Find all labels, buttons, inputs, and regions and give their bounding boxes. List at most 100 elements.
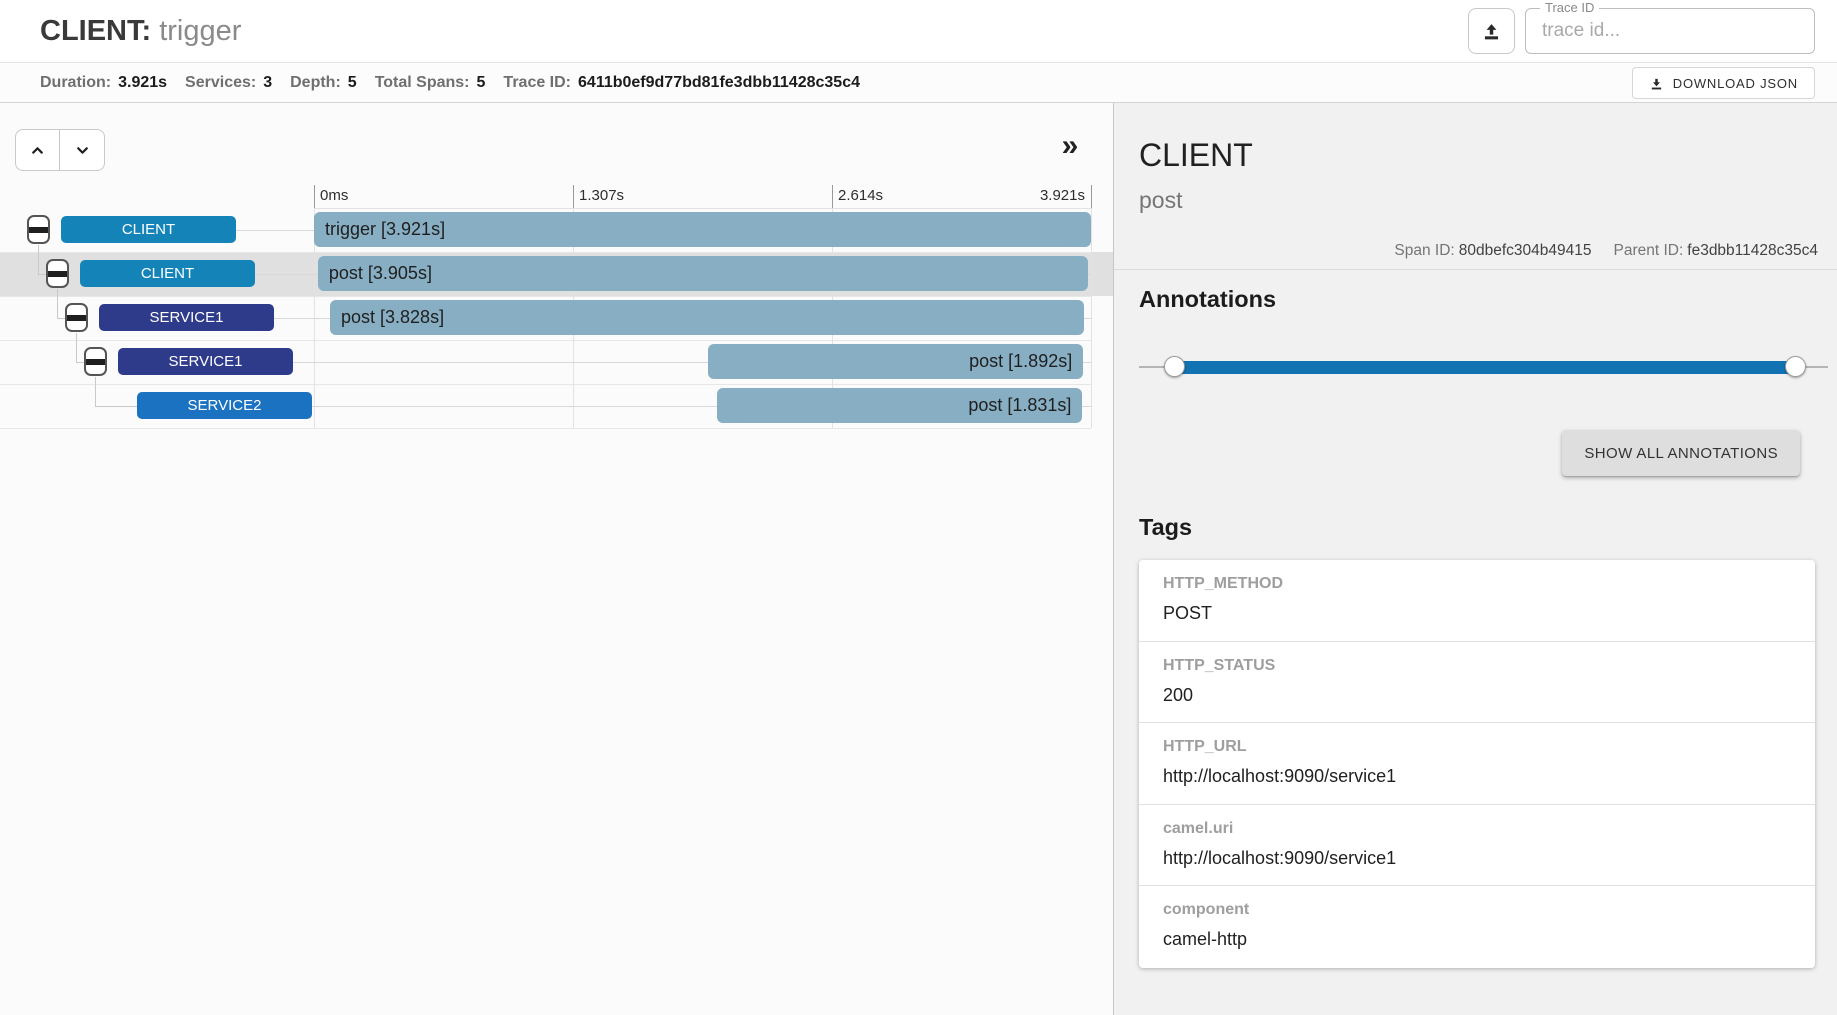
show-all-annotations-button[interactable]: SHOW ALL ANNOTATIONS bbox=[1562, 430, 1800, 476]
upload-icon bbox=[1481, 21, 1502, 42]
tag-key: camel.uri bbox=[1163, 820, 1791, 838]
collapse-row-button[interactable] bbox=[84, 347, 107, 376]
span-bar[interactable]: trigger [3.921s] bbox=[314, 212, 1091, 247]
stat-label: Services: bbox=[185, 74, 256, 91]
collapse-row-button[interactable] bbox=[46, 259, 69, 288]
stat-label: Trace ID: bbox=[503, 74, 571, 91]
collapse-row-button[interactable] bbox=[65, 303, 88, 332]
span-bar[interactable]: post [1.831s] bbox=[717, 388, 1082, 423]
tags-title: Tags bbox=[1139, 514, 1192, 541]
slider-selected-range bbox=[1174, 361, 1795, 374]
title-span-name: trigger bbox=[159, 15, 241, 47]
title-separator: : bbox=[142, 15, 160, 47]
download-json-label: DOWNLOAD JSON bbox=[1673, 76, 1798, 91]
trace-stat: Services: 3 bbox=[185, 74, 272, 92]
span-id-label: Span ID: bbox=[1394, 242, 1454, 259]
grid-line-vertical bbox=[1091, 208, 1092, 428]
main-content: » 0ms 1.307s 2.614s 3.921s CLIENT trigger [3.… bbox=[0, 103, 1837, 1015]
tag-row: HTTP_STATUS 200 bbox=[1139, 642, 1815, 724]
trace-stat: Trace ID: 6411b0ef9d77bd81fe3dbb11428c35c… bbox=[503, 74, 860, 92]
previous-span-button[interactable] bbox=[15, 129, 60, 171]
detail-service-name: CLIENT bbox=[1139, 137, 1253, 174]
detail-span-name: post bbox=[1139, 187, 1182, 214]
stat-label: Duration: bbox=[40, 74, 111, 91]
ruler-tick-mark bbox=[573, 185, 574, 208]
row-border bbox=[0, 252, 1091, 253]
ruler-tick-mark bbox=[1091, 185, 1092, 208]
span-bar[interactable]: post [3.828s] bbox=[330, 300, 1084, 335]
ruler-tick-mark bbox=[832, 185, 833, 208]
row-border bbox=[0, 296, 1091, 297]
next-span-button[interactable] bbox=[60, 129, 105, 171]
ruler-tick-label: 2.614s bbox=[838, 187, 883, 204]
chevron-double-right-icon: » bbox=[1062, 129, 1079, 162]
tag-key: HTTP_METHOD bbox=[1163, 575, 1791, 593]
span-bar[interactable]: post [1.892s] bbox=[708, 344, 1083, 379]
ruler-tick-label: 0ms bbox=[320, 187, 348, 204]
row-border bbox=[0, 384, 1091, 385]
upload-trace-button[interactable] bbox=[1468, 8, 1515, 54]
service-badge[interactable]: SERVICE1 bbox=[118, 348, 293, 375]
download-json-button[interactable]: DOWNLOAD JSON bbox=[1632, 67, 1815, 99]
tags-card: HTTP_METHODPOSTHTTP_STATUS200HTTP_URLhtt… bbox=[1139, 560, 1815, 968]
slider-handle-left[interactable] bbox=[1164, 356, 1185, 377]
tree-connector-vertical bbox=[38, 245, 39, 274]
parent-id-label: Parent ID: bbox=[1613, 242, 1683, 259]
trace-timeline-panel: » 0ms 1.307s 2.614s 3.921s CLIENT trigger [3.… bbox=[0, 103, 1113, 1015]
row-border bbox=[0, 340, 1091, 341]
detail-divider bbox=[1114, 269, 1837, 270]
stat-label: Depth: bbox=[290, 74, 341, 91]
chevron-down-icon bbox=[74, 142, 91, 159]
tree-connector-horizontal bbox=[95, 406, 137, 407]
ruler-tick-label: 1.307s bbox=[579, 187, 624, 204]
tag-value: POST bbox=[1163, 603, 1791, 624]
collapse-icon bbox=[67, 315, 86, 321]
tag-value: http://localhost:9090/service1 bbox=[1163, 848, 1791, 869]
stat-value: 5 bbox=[477, 74, 486, 91]
expand-timeline-button[interactable]: » bbox=[1047, 127, 1093, 165]
tree-connector-horizontal bbox=[76, 362, 84, 363]
collapse-icon bbox=[86, 359, 105, 365]
slider-handle-right[interactable] bbox=[1785, 356, 1806, 377]
trace-stats-bar: Duration:3.921sServices:3Depth:5Total Sp… bbox=[0, 63, 1837, 103]
tag-row: HTTP_URLhttp://localhost:9090/service1 bbox=[1139, 723, 1815, 805]
service-badge[interactable]: CLIENT bbox=[80, 260, 255, 287]
tag-key: component bbox=[1163, 901, 1791, 919]
trace-id-input[interactable] bbox=[1540, 19, 1800, 43]
stat-value: 3 bbox=[263, 74, 272, 91]
tree-connector-vertical bbox=[57, 289, 58, 318]
service-badge[interactable]: SERVICE2 bbox=[137, 392, 312, 419]
trace-stat: Total Spans: 5 bbox=[375, 74, 486, 92]
ruler-tick-label: 3.921s bbox=[1040, 187, 1085, 204]
collapse-icon bbox=[48, 271, 67, 277]
stat-label: Total Spans: bbox=[375, 74, 470, 91]
trace-stat: Duration:3.921s bbox=[40, 74, 167, 92]
app-header: CLIENT: trigger Trace ID bbox=[0, 0, 1837, 63]
service-badge[interactable]: CLIENT bbox=[61, 216, 236, 243]
chevron-up-icon bbox=[29, 142, 46, 159]
stat-value: 5 bbox=[348, 74, 357, 91]
collapse-row-button[interactable] bbox=[27, 215, 50, 244]
tag-value: 200 bbox=[1163, 685, 1791, 706]
trace-id-field: Trace ID bbox=[1525, 8, 1815, 54]
tag-key: HTTP_STATUS bbox=[1163, 657, 1791, 675]
tag-value: camel-http bbox=[1163, 929, 1791, 950]
tree-connector-vertical bbox=[76, 333, 77, 362]
title-service: CLIENT bbox=[40, 15, 142, 47]
tag-row: camel.uri http://localhost:9090/service1 bbox=[1139, 805, 1815, 887]
tree-connector-vertical bbox=[95, 377, 96, 406]
span-detail-panel: CLIENT post Span ID:80dbefc304b49415Pare… bbox=[1113, 103, 1837, 1015]
tree-connector-horizontal bbox=[38, 274, 46, 275]
annotations-title: Annotations bbox=[1139, 286, 1276, 313]
header-controls: Trace ID bbox=[1468, 8, 1815, 54]
download-icon bbox=[1649, 76, 1673, 91]
annotations-range-slider[interactable] bbox=[1139, 356, 1828, 378]
tag-row: HTTP_METHOD POST bbox=[1139, 560, 1815, 642]
tag-row: component camel-http bbox=[1139, 886, 1815, 968]
span-navigation bbox=[15, 129, 105, 171]
span-bar[interactable]: post [3.905s] bbox=[318, 256, 1088, 291]
service-badge[interactable]: SERVICE1 bbox=[99, 304, 274, 331]
tag-key: HTTP_URL bbox=[1163, 738, 1791, 756]
span-ids: Span ID:80dbefc304b49415Parent ID:fe3dbb… bbox=[1394, 242, 1818, 260]
stat-value: 6411b0ef9d77bd81fe3dbb11428c35c4 bbox=[578, 74, 860, 91]
